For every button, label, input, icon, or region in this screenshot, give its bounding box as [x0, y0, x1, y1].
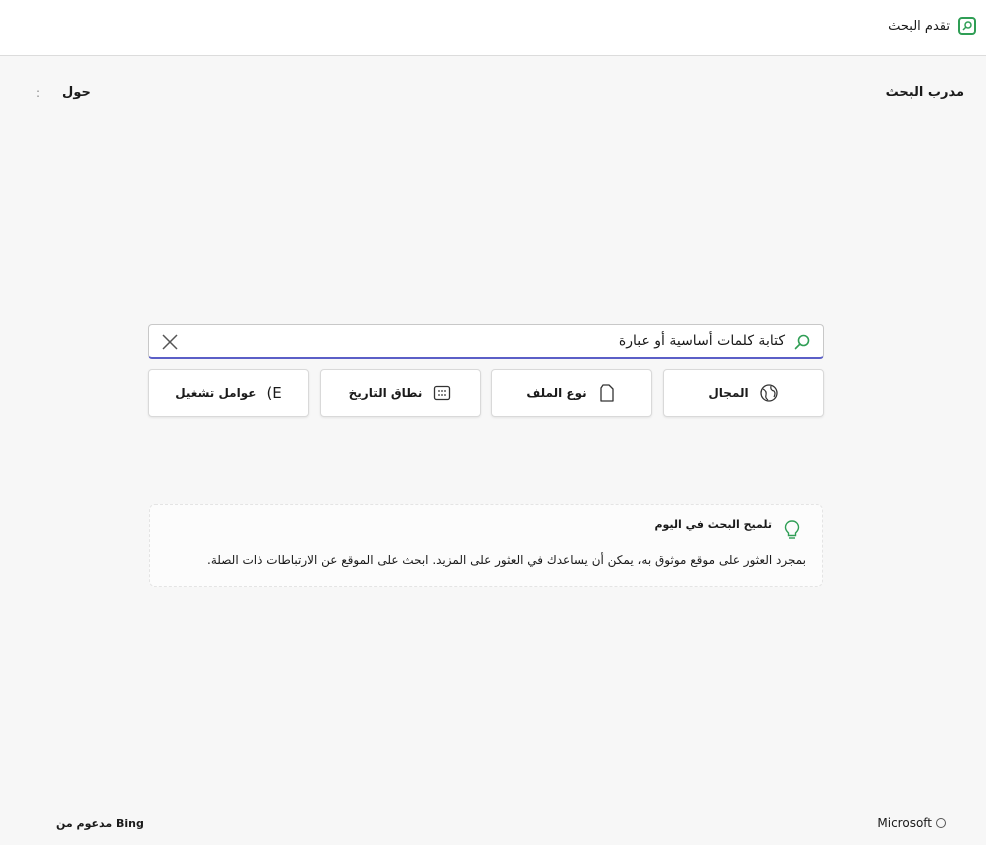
- app-title-text: تقدم البحث: [888, 18, 950, 34]
- calendar-icon: [434, 385, 451, 401]
- search-input[interactable]: كتابة كلمات أساسية أو عبارة: [148, 324, 824, 359]
- top-bar: تقدم البحث: [0, 0, 986, 56]
- filter-date-range-button[interactable]: نطاق التاريخ: [320, 369, 481, 417]
- tip-body: بمجرد العثور على موقع موثوق به، يمكن أن …: [207, 553, 806, 567]
- copyright-icon: [936, 818, 946, 828]
- tip-title: تلميح البحث في اليوم: [654, 518, 772, 531]
- filter-file-type-label: نوع الملف: [526, 386, 587, 400]
- powered-by-bing: مدعوم من Bing: [56, 817, 144, 830]
- microsoft-label: Microsoft: [877, 816, 932, 830]
- nav-search-trainer[interactable]: مدرب البحث: [886, 85, 964, 100]
- microsoft-brand: Microsoft: [877, 816, 946, 830]
- filter-domain-button[interactable]: المجال: [663, 369, 824, 417]
- globe-icon: [759, 384, 778, 402]
- search-placeholder: كتابة كلمات أساسية أو عبارة: [618, 333, 785, 349]
- app-title: تقدم البحث: [888, 15, 976, 37]
- close-icon[interactable]: [161, 333, 179, 351]
- nav-left: : حول: [36, 85, 91, 100]
- operators-icon: (E: [266, 384, 282, 402]
- lightbulb-icon: [784, 520, 800, 539]
- search-tip-card: تلميح البحث في اليوم بمجرد العثور على مو…: [149, 504, 823, 587]
- search-icon: [794, 334, 810, 350]
- filter-operators-button[interactable]: (E عوامل تشغيل: [148, 369, 309, 417]
- filter-date-range-label: نطاق التاريخ: [348, 386, 423, 400]
- filter-file-type-button[interactable]: نوع الملف: [491, 369, 652, 417]
- search-logo-icon: [958, 17, 976, 35]
- filter-operators-label: عوامل تشغيل: [175, 386, 257, 400]
- nav-about[interactable]: حول: [62, 85, 91, 100]
- more-icon[interactable]: :: [36, 86, 40, 100]
- file-icon: [599, 384, 614, 402]
- filter-domain-label: المجال: [708, 386, 749, 400]
